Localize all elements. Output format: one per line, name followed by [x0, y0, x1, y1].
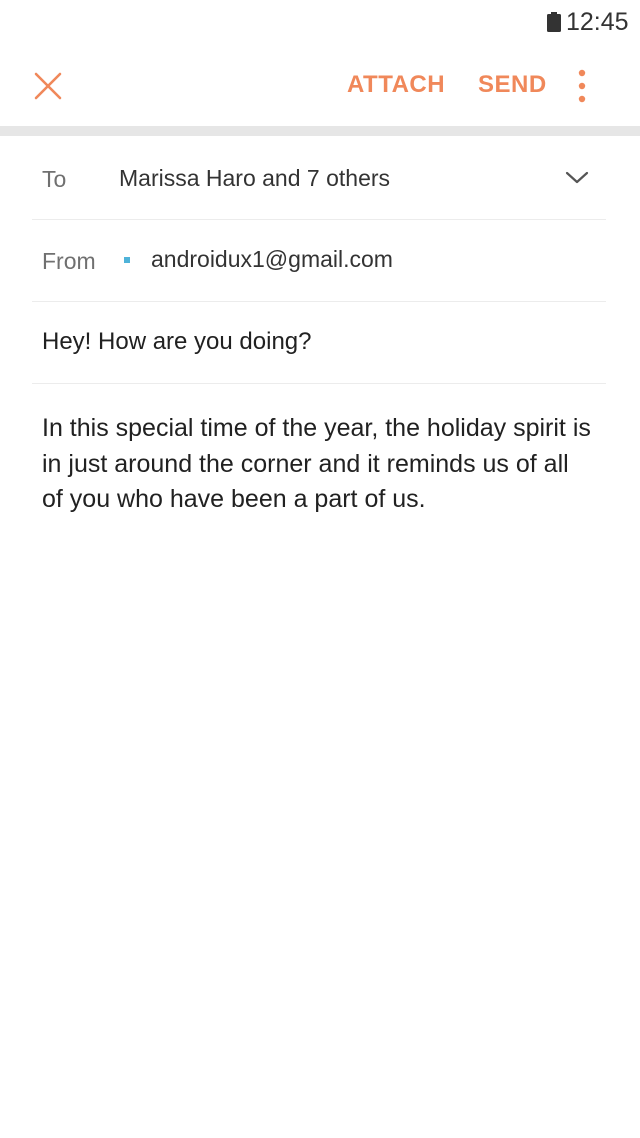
status-bar: 12:45	[0, 0, 640, 44]
account-color-icon	[124, 257, 130, 263]
to-label: To	[42, 166, 67, 192]
attach-button[interactable]: ATTACH	[347, 68, 445, 102]
close-icon	[34, 72, 62, 100]
close-button[interactable]	[28, 66, 68, 106]
from-field[interactable]: From androidux1@gmail.com	[32, 219, 606, 302]
battery-icon	[547, 12, 561, 32]
subject-input[interactable]: Hey! How are you doing?	[42, 325, 311, 359]
send-button[interactable]: SEND	[478, 68, 547, 102]
to-field[interactable]: To Marissa Haro and 7 others	[32, 137, 606, 220]
expand-recipients-button[interactable]	[562, 163, 592, 193]
status-time: 12:45	[566, 8, 629, 36]
chevron-down-icon	[565, 171, 589, 184]
more-options-button[interactable]	[568, 66, 596, 106]
subject-field[interactable]: Hey! How are you doing?	[32, 301, 606, 384]
app-bar: ATTACH SEND	[0, 44, 640, 126]
message-body[interactable]: In this special time of the year, the ho…	[42, 411, 592, 518]
from-account[interactable]: androidux1@gmail.com	[151, 243, 393, 275]
more-vertical-icon	[578, 69, 586, 103]
from-label: From	[42, 248, 96, 274]
to-recipients[interactable]: Marissa Haro and 7 others	[119, 162, 390, 194]
app-bar-divider	[0, 126, 640, 136]
